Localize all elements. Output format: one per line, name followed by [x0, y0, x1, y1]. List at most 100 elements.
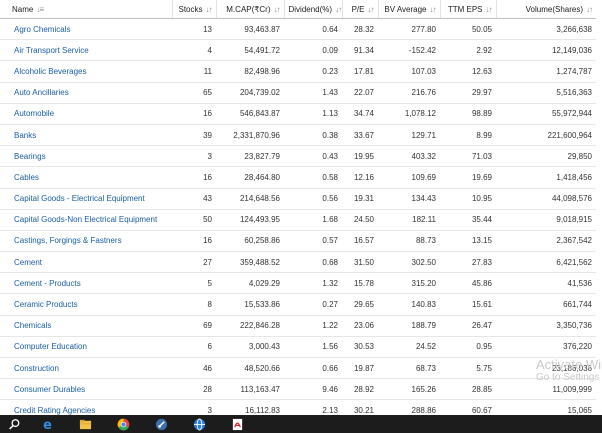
- ttm-eps-cell: 71.03: [440, 145, 496, 168]
- bv-average-cell: 68.73: [378, 357, 440, 380]
- taskbar-file-explorer-button[interactable]: [66, 415, 104, 433]
- industry-name-link[interactable]: Bearings: [0, 145, 172, 168]
- chrome-icon: [117, 418, 129, 430]
- sort-icon[interactable]: ↓≡: [36, 5, 44, 14]
- sort-icon[interactable]: ↓↑: [274, 5, 281, 14]
- ttm-eps-cell: 2.92: [440, 39, 496, 62]
- table-row[interactable]: Castings, Forgings & Fastners 16 60,258.86…: [0, 230, 596, 253]
- taskbar-chrome-button[interactable]: [104, 415, 142, 433]
- sort-icon[interactable]: ↓↑: [430, 5, 437, 14]
- dividend-cell: 0.68: [284, 251, 342, 274]
- industry-name-link[interactable]: Consumer Durables: [0, 378, 172, 401]
- dividend-cell: 0.23: [284, 60, 342, 83]
- industry-name-link[interactable]: Banks: [0, 124, 172, 147]
- taskbar-search-button[interactable]: [0, 415, 28, 433]
- table-row[interactable]: Cables 16 28,464.80 0.58 12.16 109.69 19.69 1,4…: [0, 166, 596, 189]
- dividend-cell: 1.32: [284, 272, 342, 295]
- table-row[interactable]: Alcoholic Beverages 11 82,498.96 0.23 17.81 1…: [0, 60, 596, 83]
- taskbar-edge-button[interactable]: e: [28, 415, 66, 433]
- mcap-cell: 15,533.86: [216, 293, 284, 316]
- industry-name-link[interactable]: Alcoholic Beverages: [0, 60, 172, 83]
- industry-name-link[interactable]: Construction: [0, 357, 172, 380]
- header-dividend[interactable]: Dividend(%) ↓↑: [284, 0, 343, 19]
- volume-cell: 3,266,638: [496, 18, 596, 41]
- header-pe[interactable]: P/E ↓↑: [342, 0, 379, 19]
- mcap-cell: 2,331,870.96: [216, 124, 284, 147]
- sort-icon[interactable]: ↓↑: [586, 5, 593, 14]
- industry-name-link[interactable]: Ceramic Products: [0, 293, 172, 316]
- header-ttm-eps[interactable]: TTM EPS ↓↑: [440, 0, 497, 19]
- table-row[interactable]: Chemicals 69 222,846.28 1.22 23.06 188.79 26.4…: [0, 315, 596, 337]
- stocks-cell: 28: [172, 378, 216, 401]
- pdf-icon: [232, 418, 242, 430]
- table-row[interactable]: Capital Goods - Electrical Equipment 43 21…: [0, 188, 596, 210]
- dividend-cell: 0.27: [284, 293, 342, 316]
- industry-name-link[interactable]: Capital Goods - Electrical Equipment: [0, 188, 172, 210]
- header-mcap[interactable]: M.CAP(₹Cr) ↓↑: [216, 0, 285, 19]
- svg-text:e: e: [43, 418, 52, 431]
- industry-table: Name ↓≡ Stocks ↓↑ M.CAP(₹Cr) ↓↑ Dividend(%)…: [0, 0, 596, 415]
- stocks-cell: 39: [172, 124, 216, 147]
- ttm-eps-cell: 19.69: [440, 166, 496, 189]
- table-row[interactable]: Banks 39 2,331,870.96 0.38 33.67 129.71 8.99 22…: [0, 124, 596, 147]
- industry-name-link[interactable]: Cables: [0, 166, 172, 189]
- industry-name-link[interactable]: Automobile: [0, 103, 172, 125]
- browser-icon: [193, 418, 205, 430]
- volume-cell: 221,600,964: [496, 124, 596, 147]
- industry-name-link[interactable]: Air Transport Service: [0, 39, 172, 62]
- ttm-eps-cell: 45.86: [440, 272, 496, 295]
- header-volume[interactable]: Volume(Shares) ↓↑: [496, 0, 596, 19]
- header-stocks[interactable]: Stocks ↓↑: [172, 0, 217, 19]
- industry-name-link[interactable]: Auto Ancillaries: [0, 82, 172, 104]
- table-row[interactable]: Cement - Products 5 4,029.29 1.32 15.78 315.2…: [0, 272, 596, 295]
- pe-cell: 17.81: [342, 60, 378, 83]
- mcap-cell: 222,846.28: [216, 315, 284, 337]
- table-row[interactable]: Construction 46 48,520.66 0.66 19.87 68.73 5.7…: [0, 357, 596, 380]
- sort-icon[interactable]: ↓↑: [335, 5, 341, 14]
- table-row[interactable]: Consumer Durables 28 113,163.47 9.46 28.92 16…: [0, 378, 596, 401]
- volume-cell: 9,018,915: [496, 209, 596, 231]
- stocks-cell: 4: [172, 39, 216, 62]
- table-row[interactable]: Automobile 16 546,843.87 1.13 34.74 1,078.12 9…: [0, 103, 596, 125]
- industry-name-link[interactable]: Chemicals: [0, 315, 172, 337]
- header-name[interactable]: Name ↓≡: [0, 0, 173, 19]
- mcap-cell: 124,493.95: [216, 209, 284, 231]
- pe-cell: 91.34: [342, 39, 378, 62]
- taskbar-fiddler-button[interactable]: [142, 415, 180, 433]
- sort-icon[interactable]: ↓↑: [206, 5, 213, 14]
- volume-cell: 55,972,944: [496, 103, 596, 125]
- table-row[interactable]: Agro Chemicals 13 93,463.87 0.64 28.32 277.80…: [0, 18, 596, 41]
- dividend-cell: 0.58: [284, 166, 342, 189]
- industry-name-link[interactable]: Cement - Products: [0, 272, 172, 295]
- stocks-cell: 3: [172, 145, 216, 168]
- pe-cell: 30.21: [342, 399, 378, 415]
- sort-icon[interactable]: ↓↑: [486, 5, 493, 14]
- industry-name-link[interactable]: Capital Goods-Non Electrical Equipment: [0, 209, 172, 231]
- industry-name-link[interactable]: Agro Chemicals: [0, 18, 172, 41]
- taskbar-pdf-button[interactable]: [218, 415, 256, 433]
- taskbar-browser-button[interactable]: [180, 415, 218, 433]
- table-row[interactable]: Credit Rating Agencies 3 16,112.83 2.13 30.2…: [0, 399, 596, 415]
- industry-name-link[interactable]: Cement: [0, 251, 172, 274]
- industry-name-link[interactable]: Credit Rating Agencies: [0, 399, 172, 415]
- bv-average-cell: 88.73: [378, 230, 440, 253]
- table-row[interactable]: Ceramic Products 8 15,533.86 0.27 29.65 140.8…: [0, 293, 596, 316]
- pe-cell: 34.74: [342, 103, 378, 125]
- watermark-title: Activate Windows: [536, 357, 602, 372]
- mcap-cell: 28,464.80: [216, 166, 284, 189]
- file-explorer-icon: [79, 419, 91, 429]
- stocks-cell: 16: [172, 166, 216, 189]
- industry-name-link[interactable]: Computer Education: [0, 336, 172, 359]
- search-icon: [8, 418, 19, 429]
- dividend-cell: 0.56: [284, 188, 342, 210]
- table-row[interactable]: Capital Goods-Non Electrical Equipment 50…: [0, 209, 596, 231]
- table-row[interactable]: Computer Education 6 3,000.43 1.56 30.53 24.5…: [0, 336, 596, 359]
- sort-icon[interactable]: ↓↑: [368, 5, 375, 14]
- table-row[interactable]: Bearings 3 23,827.79 0.43 19.95 403.32 71.03 29…: [0, 145, 596, 168]
- table-row[interactable]: Air Transport Service 4 54,491.72 0.09 91.34…: [0, 39, 596, 62]
- dividend-cell: 0.09: [284, 39, 342, 62]
- table-row[interactable]: Auto Ancillaries 65 204,739.02 1.43 22.07 216…: [0, 82, 596, 104]
- table-row[interactable]: Cement 27 359,488.52 0.68 31.50 302.50 27.83 6,…: [0, 251, 596, 274]
- header-bv-average[interactable]: BV Average ↓↑: [378, 0, 441, 19]
- industry-name-link[interactable]: Castings, Forgings & Fastners: [0, 230, 172, 253]
